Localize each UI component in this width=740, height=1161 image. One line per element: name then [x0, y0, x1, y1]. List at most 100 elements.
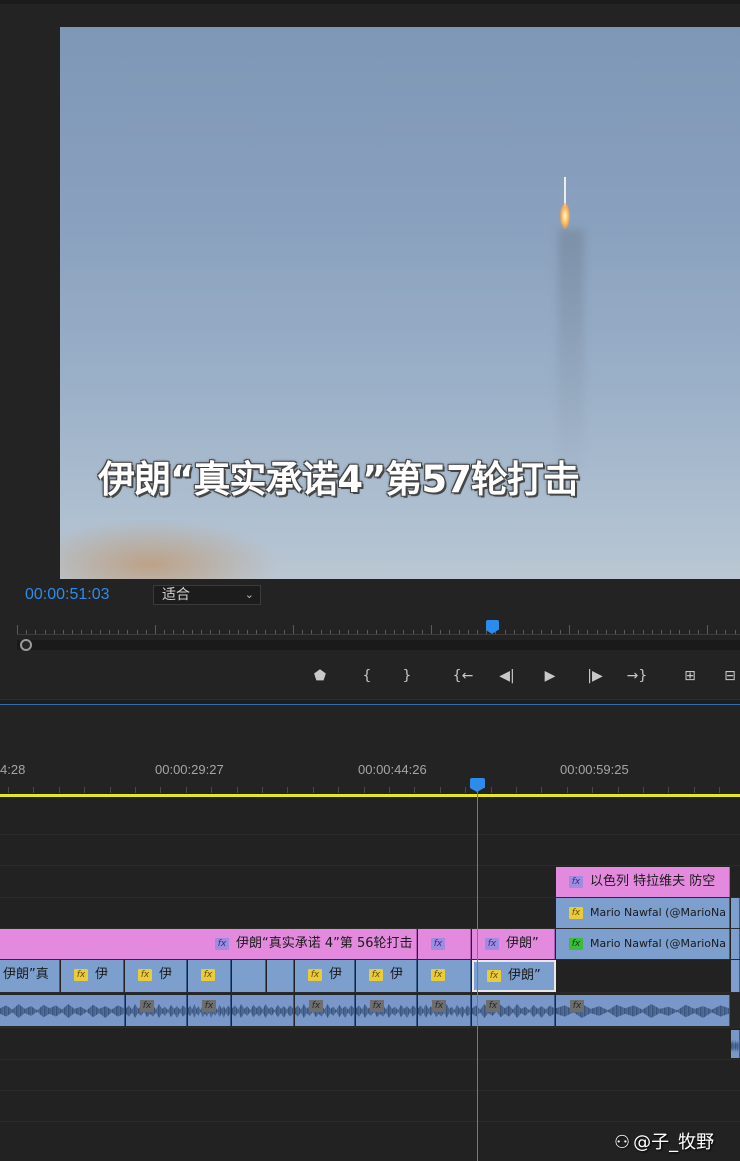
timeline-playhead[interactable] — [470, 778, 485, 792]
clip-label: Mario Nawfal (@MarioNa — [590, 906, 726, 919]
ruler-tick — [173, 630, 175, 634]
monitor-zoom-scrollbar[interactable] — [17, 640, 740, 650]
add-marker-icon[interactable]: ⬟ — [305, 664, 335, 688]
monitor-time-ruler[interactable] — [17, 618, 740, 638]
ruler-label: 00:00:59:25 — [560, 762, 629, 777]
clip[interactable] — [731, 898, 740, 928]
ruler-tick — [311, 630, 313, 634]
track-v3[interactable]: fx Mario Nawfal (@MarioNa — [0, 898, 740, 929]
ruler-tick — [160, 787, 162, 793]
track-a4[interactable] — [0, 1091, 740, 1122]
clip[interactable]: fx 伊 — [295, 960, 355, 992]
ruler-tick — [643, 787, 644, 793]
audio-clip[interactable]: fx — [472, 995, 555, 1026]
audio-clip[interactable] — [731, 1030, 740, 1058]
clip[interactable] — [731, 960, 740, 992]
timeline-playhead-line[interactable] — [477, 785, 478, 1161]
ruler-tick — [578, 630, 580, 634]
ruler-tick — [375, 630, 377, 634]
ruler-tick — [84, 787, 86, 793]
audio-clip[interactable] — [232, 995, 294, 1026]
monitor-playhead[interactable] — [486, 620, 499, 634]
clip[interactable]: fx — [418, 929, 471, 959]
playhead-timecode[interactable]: 00:00:51:03 — [25, 586, 110, 604]
track-v6[interactable] — [0, 797, 740, 835]
ruler-tick — [247, 630, 248, 634]
track-v1[interactable]: 伊朗”真 fx 伊 fx 伊 fx fx 伊 fx 伊 fx fx 伊朗” — [0, 960, 740, 993]
fit-zoom-value: 适合 — [162, 587, 190, 603]
ruler-tick — [293, 625, 294, 634]
audio-clip[interactable]: fx — [126, 995, 187, 1026]
clip[interactable] — [267, 960, 294, 992]
ruler-tick — [541, 787, 543, 793]
ruler-label: 00:00:29:27 — [155, 762, 224, 777]
program-monitor: 伊朗“真实承诺4”第57轮打击 00:00:51:03 适合 ⌄ ⬟ { } {… — [0, 0, 740, 700]
rocket-image — [559, 177, 571, 237]
ruler-tick — [118, 630, 120, 634]
clip[interactable] — [232, 960, 266, 992]
clip[interactable]: fx 伊 — [125, 960, 187, 992]
track-a2[interactable] — [0, 1028, 740, 1060]
step-forward-icon[interactable]: |▶ — [580, 664, 610, 688]
clip[interactable]: fx 伊 — [61, 960, 124, 992]
ruler-tick — [440, 630, 442, 634]
lift-icon[interactable]: ⊞ — [675, 664, 705, 688]
track-v2[interactable]: fx 伊朗“真实承诺 4”第 56轮打击 fx fx 伊朗” fx Mario Naw… — [0, 929, 740, 960]
ruler-tick — [513, 630, 515, 634]
audio-clip[interactable]: fx — [418, 995, 471, 1026]
mark-in-icon[interactable]: { — [352, 664, 382, 688]
go-to-in-icon[interactable]: {← — [448, 664, 478, 688]
ruler-tick — [414, 787, 416, 793]
extract-icon[interactable]: ⊟ — [715, 664, 740, 688]
fx-badge-icon: fx — [569, 876, 583, 888]
ruler-tick — [707, 625, 708, 634]
track-v5[interactable] — [0, 835, 740, 866]
clip[interactable]: fx 伊朗” — [472, 929, 555, 959]
audio-clip[interactable] — [0, 995, 125, 1026]
fx-badge-icon: fx — [140, 1000, 154, 1012]
clip[interactable]: fx Mario Nawfal (@MarioNa — [556, 929, 730, 959]
audio-clip[interactable]: fx — [356, 995, 417, 1026]
fx-badge-icon: fx — [369, 969, 383, 981]
fit-zoom-select[interactable]: 适合 ⌄ — [153, 585, 261, 605]
clip[interactable]: fx 以色列 特拉维夫 防空 — [556, 867, 730, 897]
audio-clip[interactable]: fx — [188, 995, 231, 1026]
clip[interactable]: fx 伊 — [356, 960, 417, 992]
play-icon[interactable]: ▶ — [535, 664, 565, 688]
ruler-tick — [256, 630, 258, 634]
clip[interactable]: fx — [418, 960, 471, 992]
clip-label: 伊朗“真实承诺 4”第 56轮打击 — [236, 936, 413, 951]
ruler-tick — [504, 630, 506, 634]
go-to-out-icon[interactable]: →} — [622, 664, 652, 688]
ruler-tick — [725, 630, 727, 634]
timeline-time-ruler[interactable]: 4:28 00:00:29:27 00:00:44:26 00:00:59:25 — [0, 705, 740, 797]
ruler-tick — [716, 630, 718, 634]
track-a1[interactable]: fx fx fx fx fx fx fx — [0, 993, 740, 1028]
ruler-tick — [338, 787, 340, 793]
monitor-top-strip — [0, 0, 740, 4]
ruler-tick — [550, 630, 552, 634]
video-preview[interactable]: 伊朗“真实承诺4”第57轮打击 — [60, 27, 740, 579]
clip[interactable]: 伊朗”真 — [0, 960, 60, 992]
ruler-tick — [274, 630, 276, 634]
selected-clip[interactable]: fx 伊朗” — [472, 960, 556, 992]
clip-label: 伊朗” — [508, 968, 541, 983]
clip[interactable]: fx 伊朗“真实承诺 4”第 56轮打击 — [0, 929, 417, 959]
fx-badge-icon: fx — [485, 938, 499, 950]
fx-badge-icon: fx — [370, 1000, 384, 1012]
clip-label: 伊 — [159, 967, 173, 982]
mark-out-icon[interactable]: } — [392, 664, 422, 688]
clip[interactable]: fx Mario Nawfal (@MarioNa — [556, 898, 730, 928]
step-back-icon[interactable]: ◀| — [492, 664, 522, 688]
clip[interactable] — [731, 929, 740, 959]
clip[interactable]: fx — [188, 960, 231, 992]
ruler-tick — [477, 630, 478, 634]
track-v4[interactable]: fx 以色列 特拉维夫 防空 — [0, 866, 740, 898]
watermark-text: @子_牧野 — [633, 1132, 715, 1153]
audio-clip[interactable]: fx — [556, 995, 730, 1026]
track-a3[interactable] — [0, 1060, 740, 1091]
audio-clip[interactable]: fx — [295, 995, 355, 1026]
zoom-handle-icon[interactable] — [20, 639, 32, 651]
ruler-tick — [99, 630, 101, 634]
ruler-tick — [617, 787, 619, 793]
